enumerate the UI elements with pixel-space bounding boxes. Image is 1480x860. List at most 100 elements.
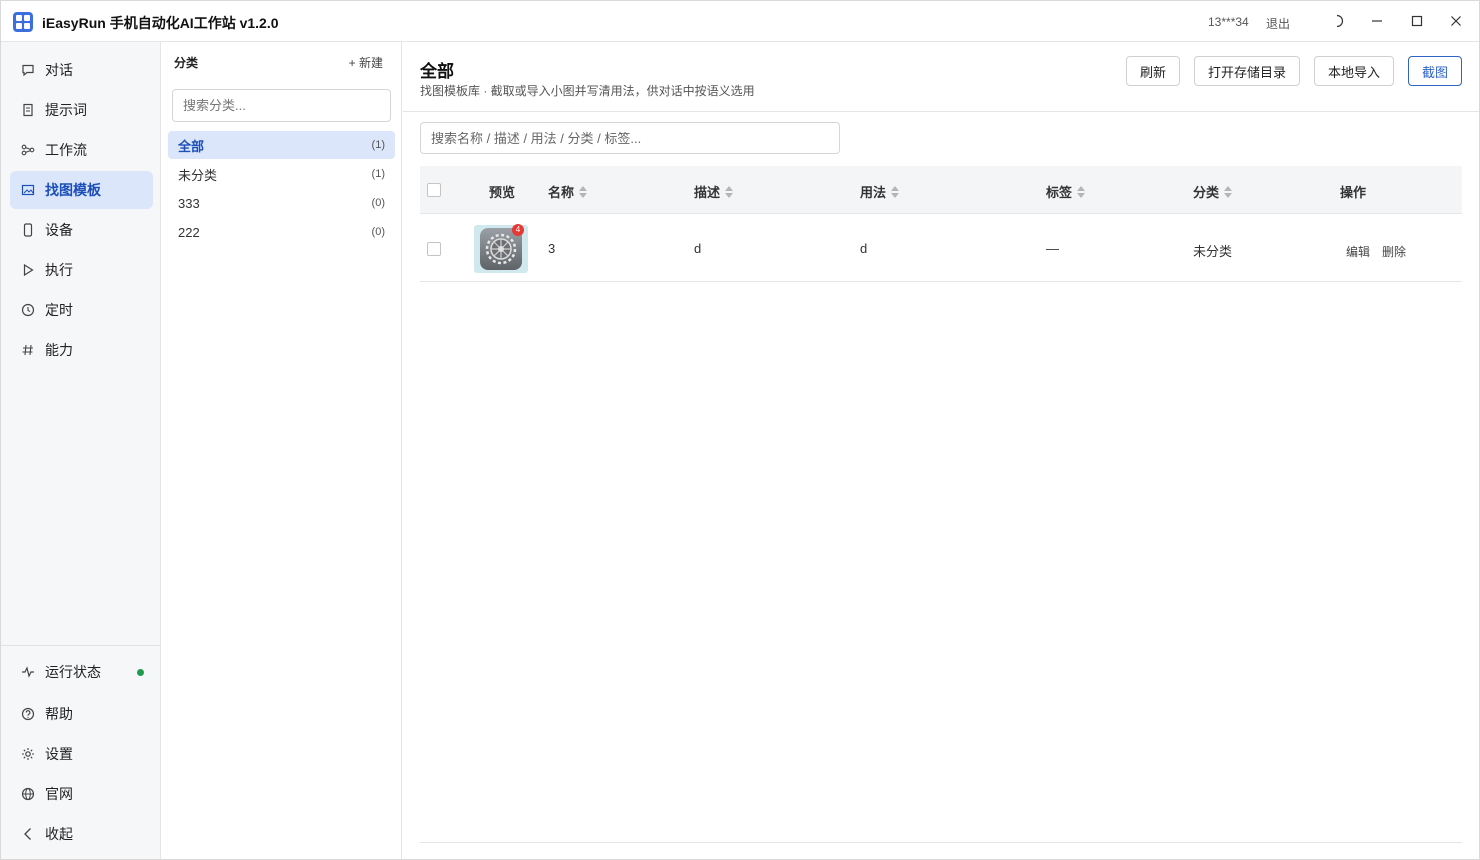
main-content: 全部 找图模板库 · 截取或导入小图并写清用法，供对话中按语义选用 刷新 打开存… — [403, 42, 1479, 859]
category-panel: 分类 + 新建 全部 (1) 未分类 (1) 333 (0) 222 (0) — [162, 42, 402, 859]
notification-badge: 4 — [512, 224, 524, 236]
sidebar-item-label: 设备 — [45, 222, 73, 238]
delete-button[interactable]: 删除 — [1382, 243, 1406, 260]
row-checkbox[interactable] — [427, 242, 441, 256]
sidebar-item-run-status[interactable]: 运行状态 — [10, 653, 153, 691]
cell-category: 未分类 — [1193, 244, 1233, 259]
chevron-left-icon — [21, 827, 35, 841]
sidebar-item-label: 工作流 — [45, 142, 87, 158]
sort-icon — [891, 185, 900, 198]
sidebar-item-label: 设置 — [45, 746, 73, 762]
column-usage[interactable]: 用法 — [860, 182, 900, 201]
edit-button[interactable]: 编辑 — [1346, 243, 1370, 260]
select-all-checkbox[interactable] — [427, 183, 441, 197]
category-label: 333 — [178, 195, 200, 211]
category-item-333[interactable]: 333 (0) — [168, 189, 395, 217]
cell-usage: d — [860, 241, 868, 256]
sidebar-item-prompts[interactable]: 提示词 — [10, 91, 153, 129]
column-name[interactable]: 名称 — [548, 182, 588, 201]
category-label: 全部 — [178, 138, 205, 154]
category-count: (0) — [371, 197, 385, 209]
chat-icon — [21, 63, 35, 77]
page-subtitle: 找图模板库 · 截取或导入小图并写清用法，供对话中按语义选用 — [420, 84, 755, 98]
sidebar-divider — [1, 645, 161, 646]
sidebar-item-execute[interactable]: 执行 — [10, 251, 153, 289]
sort-icon — [725, 185, 734, 198]
cell-name: 3 — [548, 241, 556, 256]
template-search-input[interactable] — [420, 122, 840, 154]
category-count: (1) — [371, 168, 385, 180]
sort-icon — [1077, 185, 1086, 198]
hash-icon — [21, 343, 35, 357]
sidebar-item-chat[interactable]: 对话 — [10, 51, 153, 89]
sidebar-item-label: 找图模板 — [45, 182, 101, 198]
column-description[interactable]: 描述 — [694, 182, 734, 201]
gear-icon — [21, 747, 35, 761]
sidebar-item-label: 运行状态 — [45, 664, 101, 680]
sidebar-collapse-button[interactable]: 收起 — [10, 815, 153, 853]
sidebar-item-label: 帮助 — [45, 706, 73, 722]
sidebar: 对话 提示词 工作流 找图模板 设备 执行 定时 能力 运行状态 帮助 设置 官… — [1, 42, 161, 859]
minimize-button[interactable] — [1365, 9, 1389, 33]
phone-icon — [21, 223, 35, 237]
globe-icon — [21, 787, 35, 801]
table-header: 预览 名称 描述 用法 标签 分类 操作 — [420, 166, 1462, 214]
user-account[interactable]: 13***34 — [1208, 15, 1249, 29]
sidebar-item-image-templates[interactable]: 找图模板 — [10, 171, 153, 209]
sidebar-item-help[interactable]: 帮助 — [10, 695, 153, 733]
sidebar-item-label: 定时 — [45, 302, 73, 318]
pulse-icon — [21, 665, 35, 679]
column-category[interactable]: 分类 — [1193, 182, 1233, 201]
sidebar-item-website[interactable]: 官网 — [10, 775, 153, 813]
sort-icon — [1224, 185, 1233, 198]
header-divider — [403, 111, 1479, 112]
maximize-button[interactable] — [1405, 9, 1429, 33]
image-icon — [21, 183, 35, 197]
sidebar-item-label: 收起 — [45, 826, 73, 842]
app-title: iEasyRun 手机自动化AI工作站 v1.2.0 — [42, 15, 279, 31]
refresh-button[interactable]: 刷新 — [1126, 56, 1180, 86]
category-item-uncategorized[interactable]: 未分类 (1) — [168, 160, 395, 188]
close-button[interactable] — [1444, 9, 1468, 33]
sidebar-item-settings[interactable]: 设置 — [10, 735, 153, 773]
category-label: 222 — [178, 224, 200, 240]
sidebar-item-label: 官网 — [45, 786, 73, 802]
footer-divider — [420, 842, 1462, 843]
category-item-all[interactable]: 全部 (1) — [168, 131, 395, 159]
status-online-dot — [137, 668, 144, 676]
sidebar-item-devices[interactable]: 设备 — [10, 211, 153, 249]
category-count: (1) — [371, 139, 385, 151]
category-item-222[interactable]: 222 (0) — [168, 218, 395, 246]
clock-icon — [21, 303, 35, 317]
sidebar-item-schedule[interactable]: 定时 — [10, 291, 153, 329]
category-count: (0) — [371, 226, 385, 238]
category-search-input[interactable] — [172, 89, 391, 122]
open-storage-dir-button[interactable]: 打开存储目录 — [1194, 56, 1300, 86]
play-icon — [21, 263, 35, 277]
sidebar-item-label: 对话 — [45, 62, 73, 78]
logout-link[interactable]: 退出 — [1266, 15, 1290, 32]
screenshot-button[interactable]: 截图 — [1408, 56, 1462, 86]
document-icon — [21, 103, 35, 117]
help-icon — [21, 707, 35, 721]
column-actions: 操作 — [1340, 185, 1367, 200]
cell-tags: — — [1046, 241, 1059, 256]
loading-spinner-icon — [1325, 9, 1349, 33]
column-preview: 预览 — [489, 185, 516, 200]
sidebar-item-label: 执行 — [45, 262, 73, 278]
new-category-button[interactable]: + 新建 — [349, 54, 383, 71]
sidebar-item-workflow[interactable]: 工作流 — [10, 131, 153, 169]
template-preview-image[interactable]: 4 — [474, 224, 528, 273]
table-row[interactable]: 4 3 d d — 未分类 编辑 删除 — [420, 214, 1462, 282]
sort-icon — [579, 185, 588, 198]
sidebar-item-abilities[interactable]: 能力 — [10, 331, 153, 369]
app-window: iEasyRun 手机自动化AI工作站 v1.2.0 13***34 退出 对话… — [0, 0, 1480, 860]
column-tags[interactable]: 标签 — [1046, 182, 1086, 201]
sidebar-item-label: 能力 — [45, 342, 73, 358]
title-bar: iEasyRun 手机自动化AI工作站 v1.2.0 13***34 退出 — [1, 1, 1479, 42]
category-label: 未分类 — [178, 167, 218, 183]
category-header: 分类 — [174, 56, 199, 70]
local-import-button[interactable]: 本地导入 — [1314, 56, 1394, 86]
workflow-icon — [21, 143, 35, 157]
page-title: 全部 — [420, 62, 454, 81]
